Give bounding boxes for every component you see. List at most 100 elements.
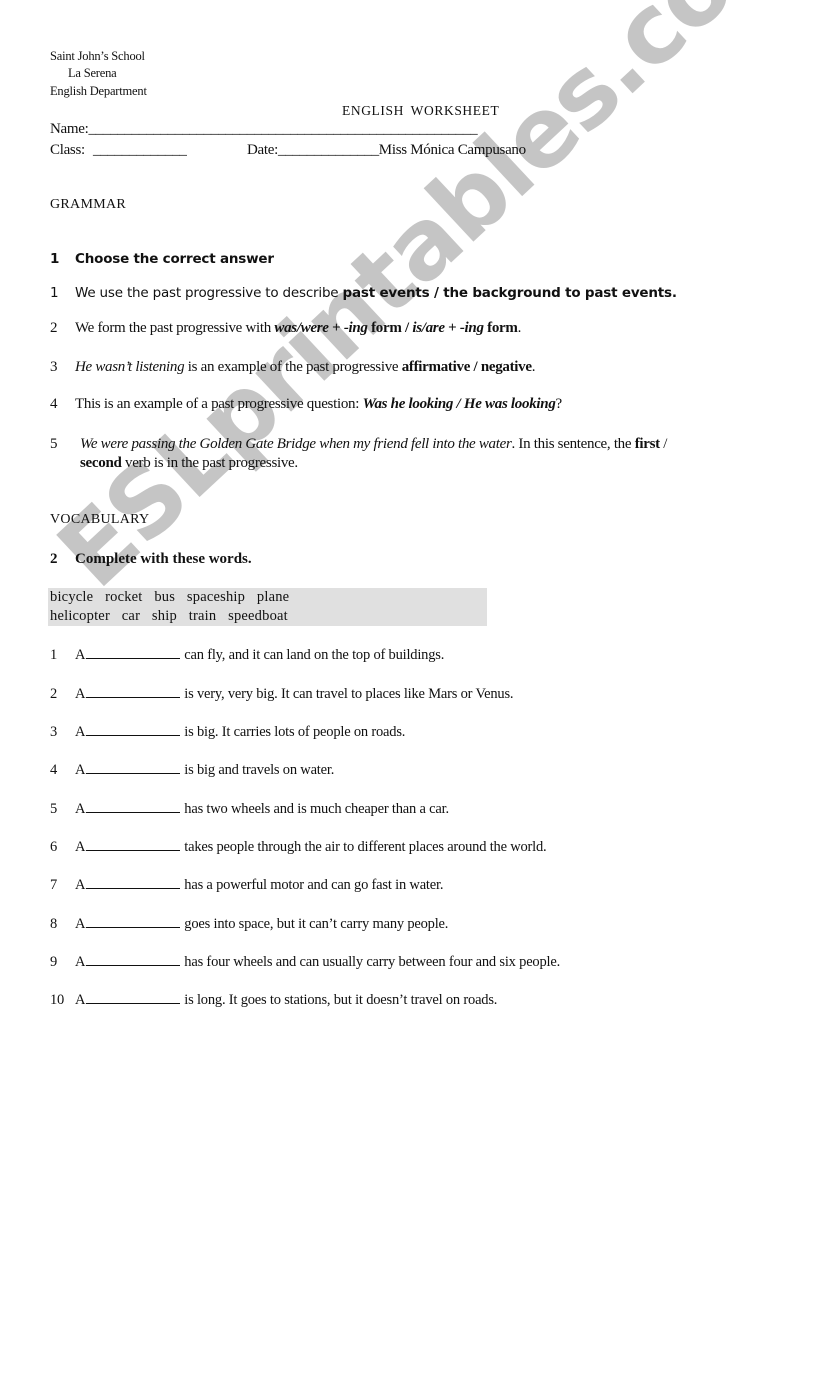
name-field[interactable]: ________________________________________… xyxy=(88,121,477,137)
item-article: A xyxy=(75,877,86,893)
grammar-item-continued: second verb is in the past progressive. xyxy=(80,455,298,472)
item-text: has two wheels and is much cheaper than … xyxy=(184,801,449,817)
item-article: A xyxy=(75,762,86,778)
grammar-item: 4 This is an example of a past progressiv… xyxy=(50,396,562,412)
item-text: has a powerful motor and can go fast in … xyxy=(184,877,444,893)
answer-blank[interactable] xyxy=(86,915,181,928)
item-article: A xyxy=(75,839,86,855)
item-text: . In this sentence, the xyxy=(511,436,635,452)
item-text: We use the past progressive to describe xyxy=(75,285,343,301)
item-article: A xyxy=(75,801,86,817)
item-text: We form the past progressive with xyxy=(75,320,275,336)
item-text: is big and travels on water. xyxy=(184,762,335,778)
answer-blank[interactable] xyxy=(86,646,181,659)
item-text: takes people through the air to differen… xyxy=(184,839,547,855)
vocabulary-item: 1 Acan fly, and it can land on the top of… xyxy=(50,646,444,664)
item-number: 5 xyxy=(50,436,58,452)
answer-option-1[interactable]: first xyxy=(635,436,660,452)
item-number: 1 xyxy=(50,647,58,663)
vocabulary-item: 3 Ais big. It carries lots of people on r… xyxy=(50,723,405,741)
school-city: La Serena xyxy=(68,66,117,80)
answer-blank[interactable] xyxy=(86,685,181,698)
grammar-item: 2 We form the past progressive with was/w… xyxy=(50,320,522,336)
item-text: goes into space, but it can’t carry many… xyxy=(184,916,449,932)
watermark: ESLprintables.com xyxy=(36,0,825,609)
item-number: 2 xyxy=(50,320,58,336)
item-text: has four wheels and can usually carry be… xyxy=(184,954,561,970)
option-separator: / xyxy=(401,320,413,336)
answer-blank[interactable] xyxy=(86,991,181,1004)
name-row: Name:___________________________________… xyxy=(50,121,478,138)
example-sentence: He wasn’t listening xyxy=(75,359,185,375)
answer-blank[interactable] xyxy=(86,953,181,966)
item-number: 5 xyxy=(50,801,58,817)
answer-option-1[interactable]: was/were + -ing form xyxy=(274,320,401,336)
vocabulary-item: 2 Ais very, very big. It can travel to pl… xyxy=(50,685,514,703)
class-field[interactable]: _____________ xyxy=(93,142,187,159)
answer-blank[interactable] xyxy=(86,800,181,813)
answer-option-2[interactable]: is/are + -ing form xyxy=(412,320,518,336)
item-number: 2 xyxy=(50,686,58,702)
date-field[interactable]: ______________ xyxy=(278,142,379,158)
item-number: 4 xyxy=(50,762,58,778)
vocabulary-item: 5 Ahas two wheels and is much cheaper tha… xyxy=(50,800,449,818)
vocabulary-item: 9 Ahas four wheels and can usually carry … xyxy=(50,953,560,971)
answer-blank[interactable] xyxy=(86,723,181,736)
answer-options[interactable]: Was he looking / He was looking xyxy=(363,396,556,412)
item-number: 3 xyxy=(50,359,58,375)
item-text: is an example of the past progressive xyxy=(184,359,402,375)
exercise-instruction: Choose the correct answer xyxy=(75,251,274,267)
item-number: 8 xyxy=(50,916,58,932)
grammar-item: 5 We were passing the Golden Gate Bridge … xyxy=(50,436,668,452)
item-text: is big. It carries lots of people on roa… xyxy=(184,724,406,740)
word-bank-line-1: bicycle rocket bus spaceship plane xyxy=(50,589,290,605)
item-text: can fly, and it can land on the top of b… xyxy=(184,647,445,663)
example-sentence: We were passing the Golden Gate Bridge w… xyxy=(80,436,512,452)
item-article: A xyxy=(75,647,86,663)
item-text: is very, very big. It can travel to plac… xyxy=(184,686,514,702)
word-bank-line-2: helicopter car ship train speedboat xyxy=(50,608,288,624)
vocabulary-item: 8 Agoes into space, but it can’t carry ma… xyxy=(50,915,448,933)
item-number: 4 xyxy=(50,396,58,412)
exercise-number: 1 xyxy=(50,251,60,267)
teacher-name: Miss Mónica Campusano xyxy=(378,142,526,158)
vocabulary-heading: VOCABULARY xyxy=(50,512,150,527)
item-text: This is an example of a past progressive… xyxy=(75,396,363,412)
vocabulary-item: 7 Ahas a powerful motor and can go fast i… xyxy=(50,876,443,894)
answer-blank[interactable] xyxy=(86,838,181,851)
item-text: is long. It goes to stations, but it doe… xyxy=(184,992,498,1008)
grammar-item: 1 We use the past progressive to describe… xyxy=(50,285,677,301)
answer-options[interactable]: past events / the background to past eve… xyxy=(343,285,677,301)
answer-options[interactable]: affirmative / negative xyxy=(402,359,532,375)
exercise-instruction: Complete with these words. xyxy=(75,551,252,567)
answer-option-2[interactable]: second xyxy=(80,455,122,471)
answer-blank[interactable] xyxy=(86,761,181,774)
item-number: 9 xyxy=(50,954,58,970)
vocabulary-exercise-title: 2 Complete with these words. xyxy=(50,551,252,568)
class-label: Class: xyxy=(50,142,85,158)
item-number: 1 xyxy=(50,285,59,301)
item-article: A xyxy=(75,724,86,740)
item-number: 7 xyxy=(50,877,58,893)
worksheet-title: ENGLISH WORKSHEET xyxy=(342,103,500,118)
item-article: A xyxy=(75,992,86,1008)
item-number: 6 xyxy=(50,839,58,855)
department-name: English Department xyxy=(50,84,147,98)
item-number: 3 xyxy=(50,724,58,740)
item-article: A xyxy=(75,916,86,932)
item-article: A xyxy=(75,954,86,970)
item-number: 10 xyxy=(50,992,65,1008)
exercise-number: 2 xyxy=(50,551,58,567)
answer-blank[interactable] xyxy=(86,876,181,889)
item-article: A xyxy=(75,686,86,702)
grammar-heading: GRAMMAR xyxy=(50,197,127,212)
vocabulary-item: 6 Atakes people through the air to differ… xyxy=(50,838,547,856)
name-label: Name: xyxy=(50,121,89,137)
item-text: verb is in the past progressive. xyxy=(121,455,298,471)
vocabulary-item: 4 Ais big and travels on water. xyxy=(50,761,334,779)
vocabulary-item: 10 Ais long. It goes to stations, but it … xyxy=(50,991,497,1009)
grammar-exercise-title: 1 Choose the correct answer xyxy=(50,251,274,267)
grammar-item: 3 He wasn’t listening is an example of th… xyxy=(50,359,536,375)
date-label: Date: xyxy=(247,142,278,158)
school-name: Saint John’s School xyxy=(50,49,145,63)
